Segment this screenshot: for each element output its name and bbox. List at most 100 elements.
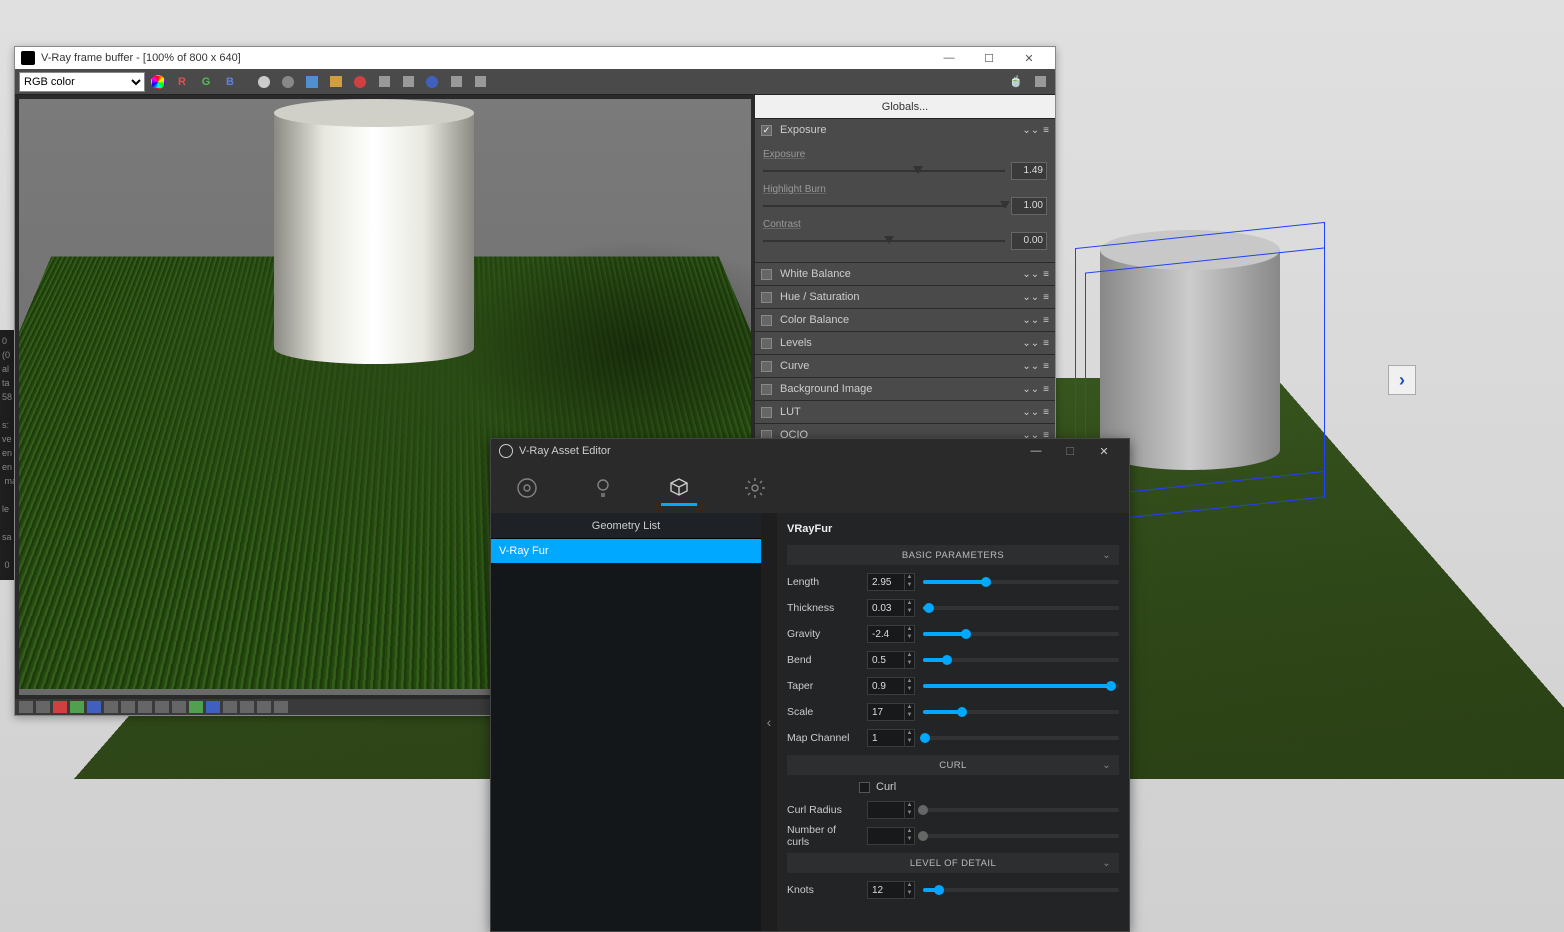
green-channel-button[interactable]: G	[195, 72, 217, 92]
list-item-vrayfur[interactable]: V-Ray Fur	[491, 539, 761, 563]
section-curl[interactable]: CURL⌄	[787, 755, 1119, 775]
channel-select[interactable]: RGB color	[19, 72, 145, 92]
spinner-input[interactable]: 12▲▼	[867, 881, 915, 899]
spinner-input[interactable]: 0.5▲▼	[867, 651, 915, 669]
expand-down-icon[interactable]: ⌄⌄	[1022, 338, 1039, 349]
status-icon[interactable]	[274, 701, 288, 713]
menu-icon[interactable]: ≡	[1043, 125, 1049, 136]
status-icon[interactable]	[53, 701, 67, 713]
param-slider[interactable]	[923, 658, 1119, 662]
exposure-checkbox[interactable]	[761, 125, 772, 136]
spinner-input[interactable]: 1▲▼	[867, 729, 915, 747]
param-slider[interactable]	[923, 580, 1119, 584]
tab-settings[interactable]	[737, 470, 773, 506]
cc-checkbox[interactable]	[761, 384, 772, 395]
asset-editor-titlebar[interactable]: V-Ray Asset Editor — ☐ ✕	[491, 439, 1129, 463]
param-slider[interactable]	[923, 684, 1119, 688]
status-icon[interactable]	[121, 701, 135, 713]
status-icon[interactable]	[155, 701, 169, 713]
spinner-input[interactable]: ▲▼	[867, 801, 915, 819]
maximize-button[interactable]: ☐	[1053, 439, 1087, 463]
highlight-slider[interactable]	[763, 205, 1005, 207]
menu-icon[interactable]: ≡	[1043, 269, 1049, 280]
cc-checkbox[interactable]	[761, 361, 772, 372]
duplicate-button[interactable]	[469, 72, 491, 92]
status-icon[interactable]	[257, 701, 271, 713]
contrast-slider[interactable]	[763, 240, 1005, 242]
globals-button[interactable]: Globals...	[755, 95, 1055, 119]
status-icon[interactable]	[206, 701, 220, 713]
cc-section-header[interactable]: LUT⌄⌄≡	[755, 401, 1055, 423]
close-button[interactable]: ✕	[1009, 47, 1049, 69]
param-slider[interactable]	[923, 888, 1119, 892]
menu-icon[interactable]: ≡	[1043, 407, 1049, 418]
cc-checkbox[interactable]	[761, 407, 772, 418]
status-icon[interactable]	[138, 701, 152, 713]
spinner-input[interactable]: 17▲▼	[867, 703, 915, 721]
highlight-value[interactable]: 1.00	[1011, 197, 1047, 215]
status-icon[interactable]	[19, 701, 33, 713]
cc-checkbox[interactable]	[761, 292, 772, 303]
spinner-input[interactable]: 0.03▲▼	[867, 599, 915, 617]
mono-button[interactable]	[253, 72, 275, 92]
track-mouse-button[interactable]	[397, 72, 419, 92]
exposure-slider[interactable]	[763, 170, 1005, 172]
exposure-header[interactable]: Exposure ⌄⌄≡	[755, 119, 1055, 141]
cc-checkbox[interactable]	[761, 269, 772, 280]
rgb-icon[interactable]	[151, 75, 165, 89]
clear-button[interactable]	[349, 72, 371, 92]
cc-section-header[interactable]: Hue / Saturation⌄⌄≡	[755, 286, 1055, 308]
alpha-button[interactable]	[277, 72, 299, 92]
status-icon[interactable]	[87, 701, 101, 713]
expand-down-icon[interactable]: ⌄⌄	[1022, 361, 1039, 372]
link-pdplayer-button[interactable]	[421, 72, 443, 92]
curl-checkbox[interactable]	[859, 782, 870, 793]
cc-section-header[interactable]: Curve⌄⌄≡	[755, 355, 1055, 377]
param-slider[interactable]	[923, 736, 1119, 740]
exposure-value[interactable]: 1.49	[1011, 162, 1047, 180]
spinner-input[interactable]: -2.4▲▼	[867, 625, 915, 643]
status-icon[interactable]	[70, 701, 84, 713]
open-button[interactable]	[325, 72, 347, 92]
expand-down-icon[interactable]: ⌄⌄	[1022, 125, 1039, 136]
param-slider[interactable]	[923, 632, 1119, 636]
cc-section-header[interactable]: White Balance⌄⌄≡	[755, 263, 1055, 285]
maximize-button[interactable]: ☐	[969, 47, 1009, 69]
tab-geometry[interactable]	[661, 470, 697, 506]
contrast-value[interactable]: 0.00	[1011, 232, 1047, 250]
save-button[interactable]	[301, 72, 323, 92]
cc-checkbox[interactable]	[761, 315, 772, 326]
menu-icon[interactable]: ≡	[1043, 361, 1049, 372]
param-slider[interactable]	[923, 606, 1119, 610]
status-icon[interactable]	[172, 701, 186, 713]
cc-section-header[interactable]: Levels⌄⌄≡	[755, 332, 1055, 354]
expand-down-icon[interactable]: ⌄⌄	[1022, 269, 1039, 280]
menu-icon[interactable]: ≡	[1043, 384, 1049, 395]
expand-down-icon[interactable]: ⌄⌄	[1022, 292, 1039, 303]
status-icon[interactable]	[36, 701, 50, 713]
copy-button[interactable]	[445, 72, 467, 92]
status-icon[interactable]	[240, 701, 254, 713]
expand-down-icon[interactable]: ⌄⌄	[1022, 315, 1039, 326]
vfb-titlebar[interactable]: V-Ray frame buffer - [100% of 800 x 640]…	[15, 47, 1055, 69]
blue-channel-button[interactable]: B	[219, 72, 241, 92]
spinner-input[interactable]: 2.95▲▼	[867, 573, 915, 591]
section-lod[interactable]: LEVEL OF DETAIL⌄	[787, 853, 1119, 873]
teapot-icon[interactable]: 🍵	[1005, 72, 1027, 92]
menu-icon[interactable]: ≡	[1043, 292, 1049, 303]
tab-lights[interactable]	[585, 470, 621, 506]
region-button[interactable]	[373, 72, 395, 92]
expand-down-icon[interactable]: ⌄⌄	[1022, 384, 1039, 395]
status-icon[interactable]	[104, 701, 118, 713]
spinner-input[interactable]: 0.9▲▼	[867, 677, 915, 695]
right-tray-toggle[interactable]: ›	[1388, 365, 1416, 395]
cc-section-header[interactable]: Color Balance⌄⌄≡	[755, 309, 1055, 331]
collapse-toggle[interactable]: ‹	[761, 513, 777, 931]
menu-icon[interactable]: ≡	[1043, 315, 1049, 326]
toggle-corrections-button[interactable]	[1029, 72, 1051, 92]
close-button[interactable]: ✕	[1087, 439, 1121, 463]
status-icon[interactable]	[223, 701, 237, 713]
cc-checkbox[interactable]	[761, 338, 772, 349]
red-channel-button[interactable]: R	[171, 72, 193, 92]
tab-materials[interactable]	[509, 470, 545, 506]
